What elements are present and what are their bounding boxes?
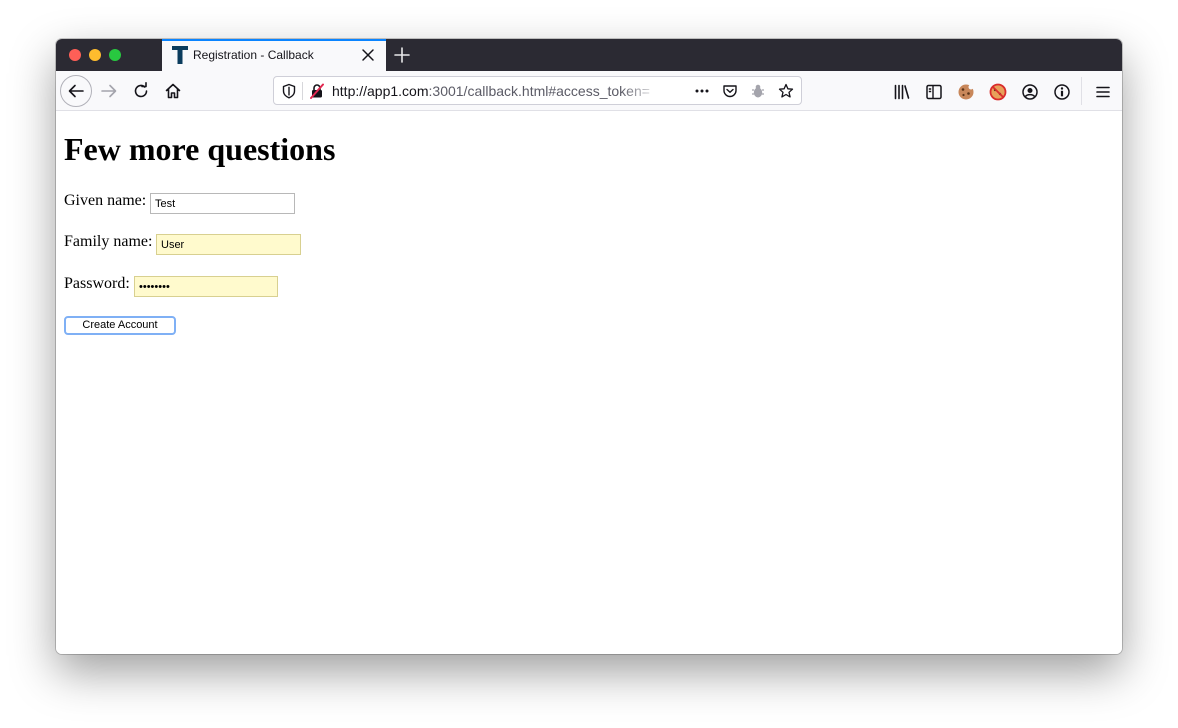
home-button[interactable]	[157, 75, 189, 107]
t-logo-icon	[172, 46, 188, 64]
tab-strip: Registration - Callback	[56, 39, 1122, 71]
library-icon[interactable]	[893, 83, 911, 101]
given-name-label: Given name:	[64, 192, 147, 209]
url-host: http://app1.com	[332, 83, 429, 99]
close-icon[interactable]	[361, 48, 375, 62]
page-actions-icon[interactable]	[694, 83, 710, 99]
account-icon[interactable]	[1021, 83, 1039, 101]
create-account-button[interactable]: Create Account	[64, 316, 176, 335]
window-zoom-button[interactable]	[109, 49, 121, 61]
family-name-input[interactable]	[156, 234, 301, 255]
menu-icon[interactable]	[1094, 83, 1112, 101]
window-minimize-button[interactable]	[89, 49, 101, 61]
new-tab-icon[interactable]	[394, 47, 410, 63]
pocket-icon[interactable]	[722, 83, 738, 99]
shield-icon[interactable]	[281, 83, 297, 99]
tab-registration-callback[interactable]: Registration - Callback	[162, 39, 386, 71]
tab-title: Registration - Callback	[193, 48, 314, 62]
bug-icon[interactable]	[750, 83, 766, 99]
back-button[interactable]	[60, 75, 92, 107]
page-title: Few more questions	[64, 131, 336, 167]
arrow-left-icon	[68, 84, 84, 98]
star-icon[interactable]	[778, 83, 794, 99]
browser-window: Registration - Callback http://app1.com:…	[56, 39, 1122, 654]
reload-icon	[134, 82, 148, 98]
password-input[interactable]	[134, 276, 278, 297]
url-text[interactable]: http://app1.com:3001/callback.html#acces…	[332, 83, 660, 99]
navigation-toolbar: http://app1.com:3001/callback.html#acces…	[56, 71, 1122, 111]
forward-button[interactable]	[93, 75, 125, 107]
page-content: Few more questions Given name: Family na…	[56, 111, 1122, 654]
cookie-extension-icon[interactable]	[957, 83, 975, 101]
url-divider	[302, 82, 303, 100]
url-path: :3001/callback.html#access_token=	[428, 83, 650, 99]
blocked-cookie-extension-icon[interactable]	[989, 83, 1007, 101]
given-name-input[interactable]	[150, 193, 295, 214]
address-bar[interactable]: http://app1.com:3001/callback.html#acces…	[273, 76, 802, 105]
sidebar-icon[interactable]	[925, 83, 943, 101]
insecure-lock-icon[interactable]	[309, 83, 325, 99]
window-close-button[interactable]	[69, 49, 81, 61]
home-icon	[165, 83, 181, 99]
info-extension-icon[interactable]	[1053, 83, 1071, 101]
toolbar-divider	[1081, 77, 1082, 105]
reload-button[interactable]	[125, 75, 157, 107]
family-name-label: Family name:	[64, 233, 153, 250]
arrow-right-icon	[101, 84, 117, 98]
password-label: Password:	[64, 275, 130, 292]
